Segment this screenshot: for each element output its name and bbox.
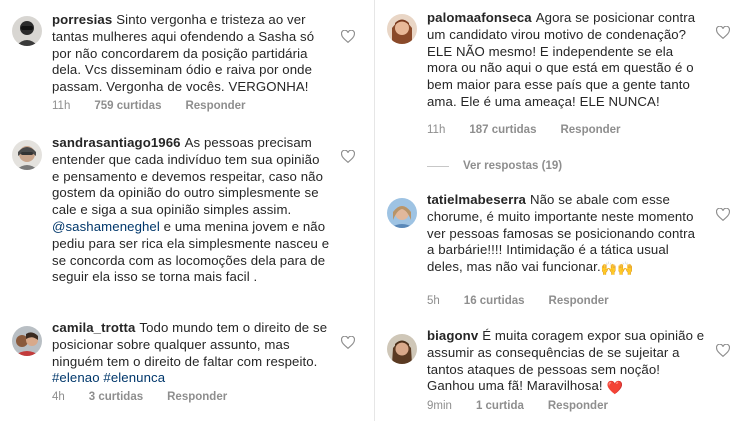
heart-outline-icon[interactable]: [341, 30, 355, 43]
mention-link[interactable]: @sashameneghel: [52, 219, 160, 234]
comment-meta: 9min 1 curtida Responder: [427, 400, 632, 412]
comment-time: 9min: [427, 400, 452, 412]
like-count[interactable]: 16 curtidas: [464, 295, 525, 307]
comment-text: porresias Sinto vergonha e tristeza ao ve…: [52, 12, 330, 96]
replies-line: [427, 165, 449, 167]
avatar[interactable]: [12, 16, 42, 46]
comment-text: camila_trotta Todo mundo tem o direito de…: [52, 320, 330, 387]
username[interactable]: biagonv: [427, 328, 478, 343]
avatar[interactable]: [12, 140, 42, 170]
reply-button[interactable]: Responder: [549, 295, 609, 307]
avatar[interactable]: [387, 14, 417, 44]
avatar[interactable]: [387, 198, 417, 228]
view-replies-button[interactable]: Ver respostas (19): [427, 160, 562, 172]
avatar[interactable]: [387, 334, 417, 364]
comment-text: palomaafonseca Agora se posicionar contra…: [427, 10, 705, 111]
comment-time: 4h: [52, 391, 65, 403]
like-count[interactable]: 187 curtidas: [469, 124, 536, 136]
comment-time: 11h: [427, 124, 446, 136]
comment-body: As pessoas precisam entender que cada in…: [52, 135, 329, 284]
heart-outline-icon[interactable]: [341, 336, 355, 349]
comment-meta: 11h 759 curtidas Responder: [52, 100, 270, 112]
reply-button[interactable]: Responder: [185, 100, 245, 112]
hashtag-link[interactable]: #elenao: [52, 370, 100, 385]
comment-meta: 11h 187 curtidas Responder: [427, 124, 645, 136]
username[interactable]: tatielmabeserra: [427, 192, 526, 207]
reply-button[interactable]: Responder: [560, 124, 620, 136]
heart-outline-icon[interactable]: [716, 208, 730, 221]
heart-outline-icon[interactable]: [716, 344, 730, 357]
username[interactable]: sandrasantiago1966: [52, 135, 181, 150]
comment-text: sandrasantiago1966 As pessoas precisam en…: [52, 135, 330, 286]
heart-outline-icon[interactable]: [341, 150, 355, 163]
hashtag-link[interactable]: #elenunca: [103, 370, 165, 385]
like-count[interactable]: 3 curtidas: [89, 391, 143, 403]
comment-time: 5h: [427, 295, 440, 307]
view-replies-label: Ver respostas (19): [463, 160, 563, 172]
username[interactable]: palomaafonseca: [427, 10, 532, 25]
username[interactable]: camila_trotta: [52, 320, 135, 335]
comment-time: 11h: [52, 100, 71, 112]
comment-meta: 4h 3 curtidas Responder: [52, 391, 251, 403]
emoji: 🙌🙌: [600, 261, 634, 277]
heart-outline-icon[interactable]: [716, 26, 730, 39]
reply-button[interactable]: Responder: [548, 400, 608, 412]
reply-button[interactable]: Responder: [167, 391, 227, 403]
emoji: ❤️: [606, 380, 623, 396]
comment-text: biagonv É muita coragem expor sua opinião…: [427, 328, 705, 397]
like-count[interactable]: 1 curtida: [476, 400, 524, 412]
username[interactable]: porresias: [52, 12, 112, 27]
avatar[interactable]: [12, 326, 42, 356]
like-count[interactable]: 759 curtidas: [94, 100, 161, 112]
comment-meta: 5h 16 curtidas Responder: [427, 295, 633, 307]
column-divider: [374, 0, 375, 421]
comment-text: tatielmabeserra Não se abale com esse cho…: [427, 192, 705, 278]
